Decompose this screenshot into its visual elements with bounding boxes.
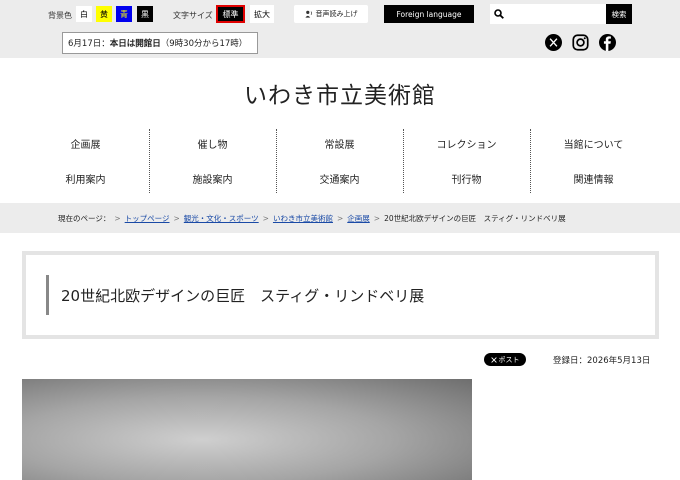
exhibition-image xyxy=(22,379,472,480)
x-post-label: ポスト xyxy=(498,355,520,364)
nav-item-related[interactable]: 関連情報 xyxy=(530,161,657,196)
utility-bar: 背景色 白 黄 青 黒 文字サイズ 標準 拡大 音声読み上げ Foreign l… xyxy=(0,0,680,58)
speaker-person-icon xyxy=(304,10,312,18)
foreign-language-button[interactable]: Foreign language xyxy=(384,5,474,23)
font-large-button[interactable]: 拡大 xyxy=(250,5,274,23)
voice-reader-button[interactable]: 音声読み上げ xyxy=(294,5,368,23)
breadcrumb-link-tourism[interactable]: 観光・文化・スポーツ xyxy=(184,213,259,224)
nav-item-exhibitions[interactable]: 企画展 xyxy=(22,126,149,161)
registered-date: 登録日：2026年5月13日 xyxy=(553,356,651,366)
breadcrumb-chevron-icon: > xyxy=(114,213,121,223)
title-accent-bar xyxy=(46,275,49,315)
nav-item-events[interactable]: 催し物 xyxy=(149,126,276,161)
bg-color-label: 背景色 xyxy=(48,11,72,20)
search-icon xyxy=(494,9,504,19)
breadcrumb-link-exhibitions[interactable]: 企画展 xyxy=(347,213,370,224)
font-standard-button[interactable]: 標準 xyxy=(216,5,245,23)
search-button[interactable]: 検索 xyxy=(606,4,632,24)
nav-item-access[interactable]: 交通案内 xyxy=(276,161,403,196)
nav-divider xyxy=(149,129,150,193)
voice-reader-label: 音声読み上げ xyxy=(315,10,358,18)
notice-date: 6月17日： xyxy=(68,39,110,49)
breadcrumb-prefix: 現在のページ： xyxy=(58,213,111,223)
breadcrumb-chevron-icon: > xyxy=(336,213,344,223)
nav-item-facilities[interactable]: 施設案内 xyxy=(149,161,276,196)
breadcrumb-current: 20世紀北欧デザインの巨匠 スティグ・リンドベリ展 xyxy=(384,213,566,223)
nav-item-collection[interactable]: コレクション xyxy=(403,126,530,161)
notice-status: 本日は開館日 xyxy=(109,39,161,49)
x-icon[interactable] xyxy=(545,34,562,51)
global-navigation: 企画展 催し物 常設展 コレクション 当館について 利用案内 施設案内 交通案内… xyxy=(22,126,658,196)
nav-item-about[interactable]: 当館について xyxy=(530,126,657,161)
nav-item-publications[interactable]: 刊行物 xyxy=(403,161,530,196)
breadcrumb: 現在のページ： > トップページ > 観光・文化・スポーツ > いわき市立美術館… xyxy=(58,203,566,233)
page-title: 20世紀北欧デザインの巨匠 スティグ・リンドベリ展 xyxy=(61,287,425,305)
search-input[interactable] xyxy=(508,6,604,22)
instagram-icon[interactable] xyxy=(572,34,589,51)
nav-divider xyxy=(530,129,531,193)
bg-yellow-button[interactable]: 黄 xyxy=(96,6,112,22)
nav-divider xyxy=(403,129,404,193)
bg-black-button[interactable]: 黒 xyxy=(137,6,153,22)
notice-hours: （9時30分から17時） xyxy=(160,39,248,49)
bg-blue-button[interactable]: 青 xyxy=(116,6,132,22)
opening-status-notice: 6月17日： 本日は開館日 （9時30分から17時） xyxy=(62,32,258,54)
x-post-button[interactable]: ポスト xyxy=(484,353,526,366)
x-logo-icon xyxy=(490,356,497,363)
page-title-box: 20世紀北欧デザインの巨匠 スティグ・リンドベリ展 xyxy=(22,251,659,339)
breadcrumb-chevron-icon: > xyxy=(173,213,180,223)
facebook-icon[interactable] xyxy=(599,34,616,51)
bg-white-button[interactable]: 白 xyxy=(76,6,92,22)
nav-divider xyxy=(276,129,277,193)
breadcrumb-chevron-icon: > xyxy=(373,213,381,223)
breadcrumb-bar: 現在のページ： > トップページ > 観光・文化・スポーツ > いわき市立美術館… xyxy=(0,203,680,233)
nav-item-guide[interactable]: 利用案内 xyxy=(22,161,149,196)
breadcrumb-link-top[interactable]: トップページ xyxy=(125,213,170,224)
breadcrumb-link-museum[interactable]: いわき市立美術館 xyxy=(273,213,333,224)
font-size-label: 文字サイズ xyxy=(173,11,213,20)
breadcrumb-chevron-icon: > xyxy=(262,213,269,223)
nav-item-permanent[interactable]: 常設展 xyxy=(276,126,403,161)
site-title[interactable]: いわき市立美術館 xyxy=(0,76,680,110)
